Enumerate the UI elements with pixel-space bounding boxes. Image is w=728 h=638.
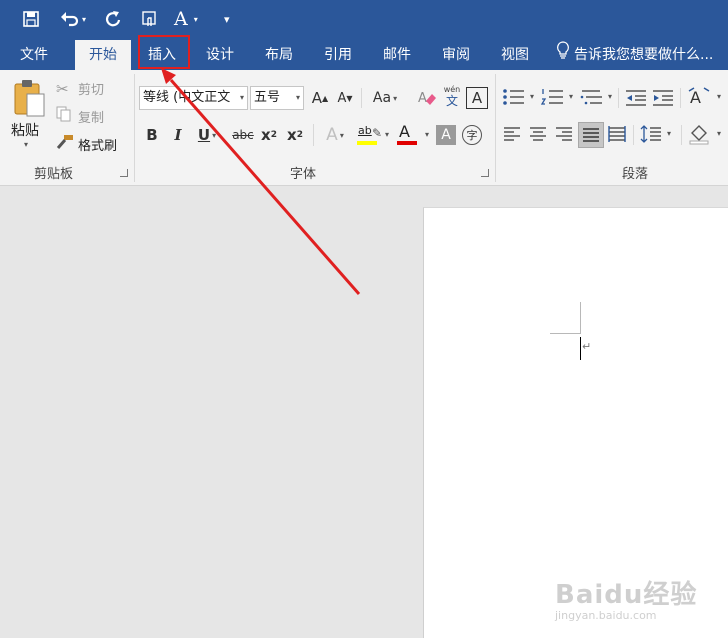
annotation-arrow [161,68,361,295]
baidu-watermark-brand: Baidu经验 [555,580,698,610]
baidu-watermark: Baidu经验 jingyan.baidu.com [555,574,697,622]
annotation-arrow-line [169,79,361,295]
